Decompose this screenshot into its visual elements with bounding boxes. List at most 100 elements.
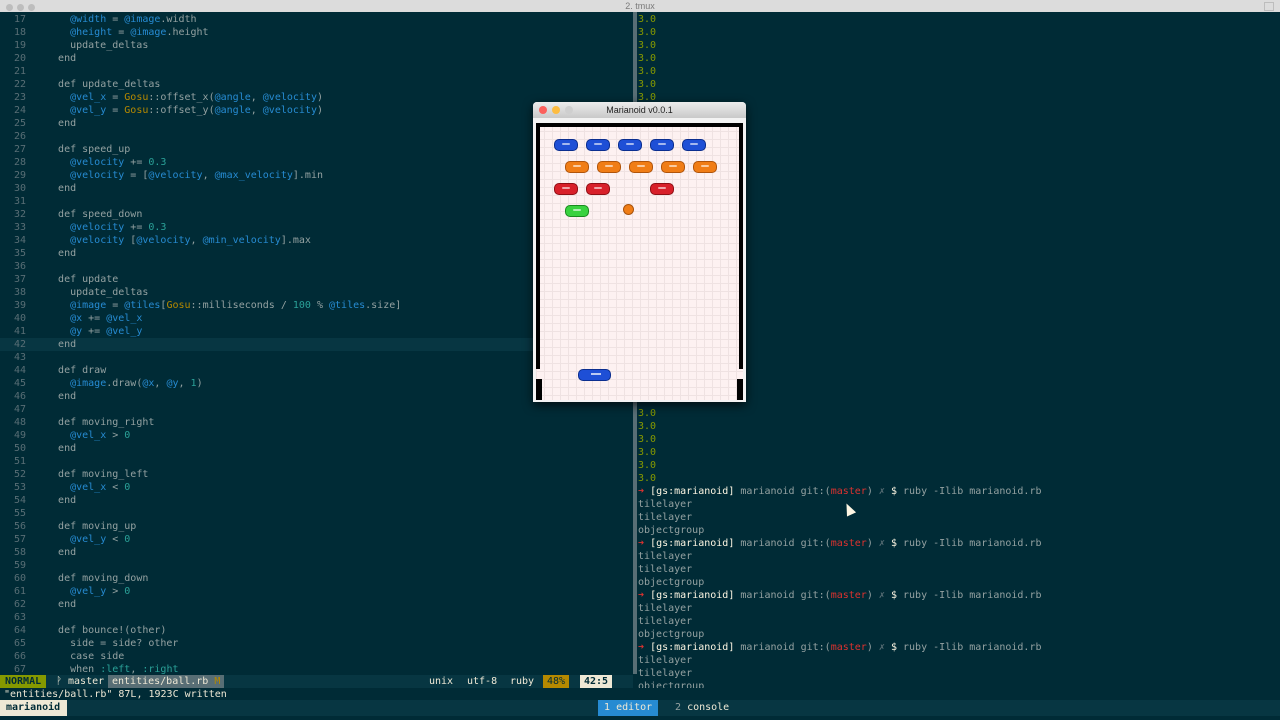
code-line[interactable]: 49 @vel_x > 0	[0, 429, 633, 442]
zoom-icon[interactable]	[28, 4, 35, 11]
window-title: 2. tmux	[625, 1, 655, 11]
line-number: 63	[13, 612, 26, 623]
cursor-position: 42:5	[580, 675, 613, 688]
line-number: 62	[13, 599, 26, 610]
line-number: 30	[13, 183, 26, 194]
paddle[interactable]	[578, 369, 611, 381]
code-line[interactable]: 54 end	[0, 494, 633, 507]
code-line[interactable]: 62 end	[0, 598, 633, 611]
line-number: 59	[13, 560, 26, 571]
game-minimize-icon[interactable]	[552, 106, 560, 114]
code-line[interactable]: 53 @vel_x < 0	[0, 481, 633, 494]
code-line[interactable]: 47	[0, 403, 633, 416]
code-line[interactable]: 56 def moving_up	[0, 520, 633, 533]
tmux-status-bar: marianoid 1 editor 2 console	[0, 700, 1280, 716]
game-window-titlebar[interactable]: Marianoid v0.0.1	[533, 102, 746, 118]
code-line[interactable]: 57 @vel_y < 0	[0, 533, 633, 546]
code-line[interactable]: 19 update_deltas	[0, 39, 633, 52]
code-text: @y += @vel_y	[70, 326, 143, 337]
tmux-window-console[interactable]: 2 console	[675, 700, 729, 716]
code-line[interactable]: 66 case side	[0, 650, 633, 663]
console-output-value: 3.0	[638, 27, 657, 38]
code-line[interactable]: 67 when :left, :right	[0, 663, 633, 674]
close-icon[interactable]	[6, 4, 13, 11]
code-text: end	[58, 547, 77, 558]
left-wall	[536, 123, 540, 369]
console-output-line: objectgroup	[638, 577, 705, 588]
console-output-value: 3.0	[638, 460, 657, 471]
code-line[interactable]: 50 end	[0, 442, 633, 455]
line-number: 66	[13, 651, 26, 662]
brick-red	[586, 183, 610, 195]
line-number: 52	[13, 469, 26, 480]
line-number: 43	[13, 352, 26, 363]
line-number: 36	[13, 261, 26, 272]
code-text: @x += @vel_x	[70, 313, 143, 324]
console-output-line: tilelayer	[638, 655, 693, 666]
tmux-window-editor[interactable]: 1 editor	[598, 700, 659, 716]
line-number: 40	[13, 313, 26, 324]
console-output-value: 3.0	[638, 14, 657, 25]
top-wall	[536, 123, 743, 127]
line-number: 33	[13, 222, 26, 233]
code-text: @image = @tiles[Gosu::milliseconds / 100…	[70, 300, 402, 311]
minimize-icon[interactable]	[17, 4, 24, 11]
code-line[interactable]: 55	[0, 507, 633, 520]
line-number: 50	[13, 443, 26, 454]
console-output-line: tilelayer	[638, 564, 693, 575]
game-window[interactable]: Marianoid v0.0.1	[533, 102, 746, 402]
code-text: @vel_y < 0	[70, 534, 131, 545]
fullscreen-icon[interactable]	[1264, 2, 1274, 11]
line-number: 37	[13, 274, 26, 285]
code-text: def speed_down	[58, 209, 143, 220]
code-text: def moving_down	[58, 573, 149, 584]
line-number: 32	[13, 209, 26, 220]
code-line[interactable]: 64 def bounce!(other)	[0, 624, 633, 637]
line-number: 67	[13, 664, 26, 674]
code-text: @vel_x < 0	[70, 482, 131, 493]
brick-orange	[693, 161, 717, 173]
code-text: @image.draw(@x, @y, 1)	[70, 378, 203, 389]
code-line[interactable]: 51	[0, 455, 633, 468]
code-text: def moving_right	[58, 417, 155, 428]
code-text: update_deltas	[46, 287, 149, 298]
code-line[interactable]: 20 end	[0, 52, 633, 65]
console-output-line: tilelayer	[638, 603, 693, 614]
code-line[interactable]: 21	[0, 65, 633, 78]
game-playfield[interactable]	[536, 123, 743, 400]
line-number: 26	[13, 131, 26, 142]
console-output-line: objectgroup	[638, 629, 705, 640]
code-text: def moving_up	[58, 521, 137, 532]
code-line[interactable]: 18 @height = @image.height	[0, 26, 633, 39]
console-output-value: 3.0	[638, 66, 657, 77]
console-output-line: objectgroup	[638, 681, 705, 688]
file-format: unix	[429, 676, 454, 687]
line-number: 60	[13, 573, 26, 584]
line-number: 44	[13, 365, 26, 376]
line-number: 29	[13, 170, 26, 181]
code-line[interactable]: 61 @vel_y > 0	[0, 585, 633, 598]
vim-statusline: NORMAL ᚹ master entities/ball.rb M unix …	[0, 675, 633, 688]
code-text: end	[58, 599, 77, 610]
code-text: @velocity [@velocity, @min_velocity].max	[70, 235, 311, 246]
game-close-icon[interactable]	[539, 106, 547, 114]
shell-prompt: ➜ [gs:marianoid] marianoid git:(master) …	[638, 538, 1042, 549]
code-line[interactable]: 48 def moving_right	[0, 416, 633, 429]
code-line[interactable]: 59	[0, 559, 633, 572]
code-line[interactable]: 52 def moving_left	[0, 468, 633, 481]
code-line[interactable]: 17 @width = @image.width	[0, 13, 633, 26]
vim-mode-indicator: NORMAL	[0, 675, 47, 688]
code-line[interactable]: 60 def moving_down	[0, 572, 633, 585]
modified-flag: M	[214, 676, 221, 687]
code-line[interactable]: 58 end	[0, 546, 633, 559]
code-text: def draw	[58, 365, 107, 376]
brick-red	[554, 183, 578, 195]
code-text: @width = @image.width	[70, 14, 197, 25]
code-line[interactable]: 22 def update_deltas	[0, 78, 633, 91]
code-line[interactable]: 63	[0, 611, 633, 624]
console-output-value: 3.0	[638, 40, 657, 51]
line-number: 53	[13, 482, 26, 493]
code-line[interactable]: 65 side = side? other	[0, 637, 633, 650]
brick-blue	[554, 139, 578, 151]
game-zoom-icon[interactable]	[565, 106, 573, 114]
